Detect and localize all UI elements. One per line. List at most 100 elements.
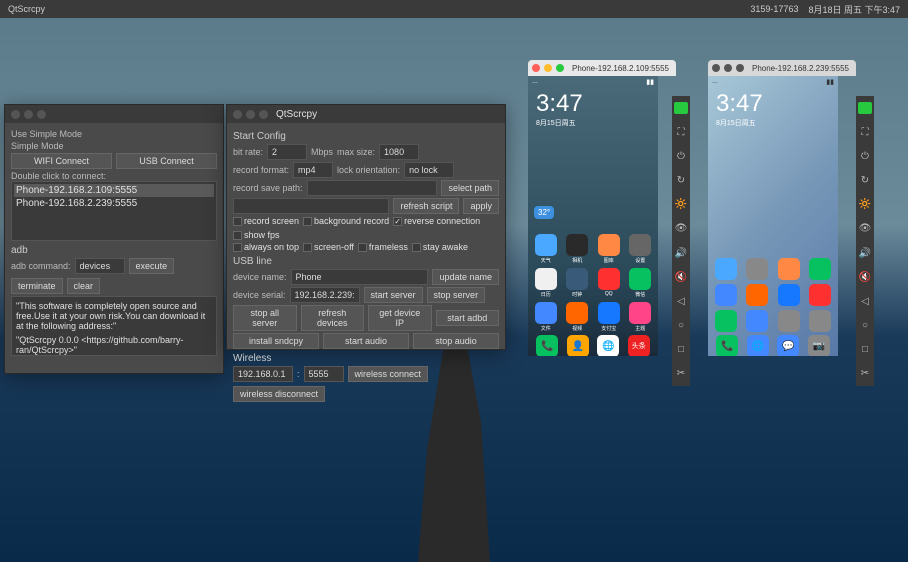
start-adbd-button[interactable]: start adbd — [436, 310, 500, 326]
app-icon[interactable] — [775, 310, 803, 332]
app-icon[interactable]: 图库 — [595, 234, 623, 264]
execute-button[interactable]: execute — [129, 258, 175, 274]
app-icon[interactable] — [807, 258, 835, 280]
camera-icon[interactable]: 📷 — [808, 335, 830, 356]
app-icon[interactable] — [775, 284, 803, 306]
toolbar-button[interactable]: ✂ — [674, 368, 688, 380]
toolbar-button[interactable] — [858, 102, 872, 114]
stop-all-server-button[interactable]: stop all server — [233, 305, 297, 331]
main-titlebar[interactable] — [5, 105, 223, 123]
app-icon[interactable]: 文件 — [532, 302, 560, 332]
toolbar-button[interactable]: 🔇 — [674, 271, 688, 283]
phone2-screen[interactable]: ...▮▮ 3:47 8月15日周五 📞 🌐 💬 📷 — [708, 76, 838, 356]
app-icon[interactable]: 微信 — [627, 268, 655, 298]
toolbar-button[interactable]: ⛶ — [674, 126, 688, 138]
app-icon[interactable]: 视频 — [564, 302, 592, 332]
adb-command-input[interactable] — [75, 258, 125, 274]
toolbar-button[interactable]: 🔆 — [674, 199, 688, 211]
toolbar-button[interactable]: 👁 — [674, 223, 688, 235]
toolbar-button[interactable] — [674, 102, 688, 114]
install-sndcpy-button[interactable]: install sndcpy — [233, 333, 319, 349]
toolbar-button[interactable]: □ — [674, 344, 688, 356]
wifi-connect-button[interactable]: WIFI Connect — [11, 153, 112, 169]
toolbar-button[interactable]: ⏻ — [674, 150, 688, 162]
toolbar-button[interactable]: ⛶ — [858, 126, 872, 138]
record-path-input[interactable] — [307, 180, 438, 196]
phone1-screen[interactable]: ...▮▮ 3:47 8月15日周五 32° 天气相机图库设置日历时钟QQ微信文… — [528, 76, 658, 356]
update-name-button[interactable]: update name — [432, 269, 499, 285]
toolbar-button[interactable]: ⏻ — [858, 150, 872, 162]
app-icon[interactable] — [744, 310, 772, 332]
app-icon[interactable] — [712, 284, 740, 306]
wireless-port-input[interactable] — [304, 366, 344, 382]
phone-icon[interactable]: 📞 — [536, 335, 558, 356]
app-icon[interactable]: 时钟 — [564, 268, 592, 298]
device-name-input[interactable] — [291, 269, 429, 285]
stay-awake-check[interactable]: stay awake — [412, 242, 468, 252]
toolbar-button[interactable]: 🔊 — [674, 247, 688, 259]
app-icon[interactable] — [744, 258, 772, 280]
clear-button[interactable]: clear — [67, 278, 101, 294]
script-input[interactable] — [233, 198, 389, 214]
bitrate-input[interactable] — [267, 144, 307, 160]
toolbar-button[interactable]: □ — [858, 344, 872, 356]
contacts-icon[interactable]: 👤 — [567, 335, 589, 356]
show-fps-check[interactable]: show fps — [233, 230, 280, 240]
app-icon[interactable] — [744, 284, 772, 306]
toolbar-button[interactable]: ↻ — [674, 175, 688, 187]
lock-orientation-input[interactable] — [404, 162, 454, 178]
get-device-ip-button[interactable]: get device IP — [368, 305, 432, 331]
wireless-connect-button[interactable]: wireless connect — [348, 366, 429, 382]
toolbar-button[interactable]: ◁ — [858, 295, 872, 307]
maxsize-input[interactable] — [379, 144, 419, 160]
refresh-devices-button[interactable]: refresh devices — [301, 305, 365, 331]
refresh-script-button[interactable]: refresh script — [393, 198, 459, 214]
wireless-disconnect-button[interactable]: wireless disconnect — [233, 386, 325, 402]
browser-icon[interactable]: 🌐 — [597, 335, 619, 356]
config-titlebar[interactable]: QtScrcpy — [227, 105, 505, 123]
phone1-titlebar[interactable]: Phone-192.168.2.109:5555 — [528, 60, 676, 76]
app-icon[interactable] — [712, 310, 740, 332]
always-on-top-check[interactable]: always on top — [233, 242, 299, 252]
apply-button[interactable]: apply — [463, 198, 499, 214]
app-icon[interactable] — [807, 284, 835, 306]
frameless-check[interactable]: frameless — [358, 242, 408, 252]
app-icon[interactable] — [712, 258, 740, 280]
screen-off-check[interactable]: screen-off — [303, 242, 354, 252]
wireless-ip-input[interactable] — [233, 366, 293, 382]
device-listbox[interactable]: Phone-192.168.2.109:5555 Phone-192.168.2… — [11, 181, 217, 241]
app-icon[interactable]: 主题 — [627, 302, 655, 332]
app-icon[interactable] — [775, 258, 803, 280]
toolbar-button[interactable]: ○ — [858, 320, 872, 332]
app-icon[interactable]: 相机 — [564, 234, 592, 264]
phone2-titlebar[interactable]: Phone-192.168.2.239:5555 — [708, 60, 856, 76]
app-icon[interactable]: 日历 — [532, 268, 560, 298]
usb-connect-button[interactable]: USB Connect — [116, 153, 217, 169]
background-record-check[interactable]: background record — [303, 216, 389, 226]
phone-icon[interactable]: 📞 — [716, 335, 738, 356]
toolbar-button[interactable]: 🔆 — [858, 199, 872, 211]
toolbar-button[interactable]: ◁ — [674, 295, 688, 307]
toolbar-button[interactable]: 🔇 — [858, 271, 872, 283]
app-icon[interactable] — [807, 310, 835, 332]
toolbar-button[interactable]: 👁 — [858, 223, 872, 235]
app-icon[interactable]: 设置 — [627, 234, 655, 264]
news-icon[interactable]: 头条 — [628, 335, 650, 356]
device-serial-input[interactable] — [290, 287, 360, 303]
start-audio-button[interactable]: start audio — [323, 333, 409, 349]
device-item[interactable]: Phone-192.168.2.239:5555 — [14, 197, 214, 210]
toolbar-button[interactable]: ✂ — [858, 368, 872, 380]
app-icon[interactable]: QQ — [595, 268, 623, 298]
toolbar-button[interactable]: ○ — [674, 320, 688, 332]
select-path-button[interactable]: select path — [441, 180, 499, 196]
app-icon[interactable]: 天气 — [532, 234, 560, 264]
stop-server-button[interactable]: stop server — [427, 287, 486, 303]
start-server-button[interactable]: start server — [364, 287, 423, 303]
toolbar-button[interactable]: 🔊 — [858, 247, 872, 259]
browser-icon[interactable]: 🌐 — [747, 335, 769, 356]
reverse-connection-check[interactable]: ✓reverse connection — [393, 216, 480, 226]
stop-audio-button[interactable]: stop audio — [413, 333, 499, 349]
record-screen-check[interactable]: record screen — [233, 216, 299, 226]
device-item[interactable]: Phone-192.168.2.109:5555 — [14, 184, 214, 197]
record-format-input[interactable] — [293, 162, 333, 178]
